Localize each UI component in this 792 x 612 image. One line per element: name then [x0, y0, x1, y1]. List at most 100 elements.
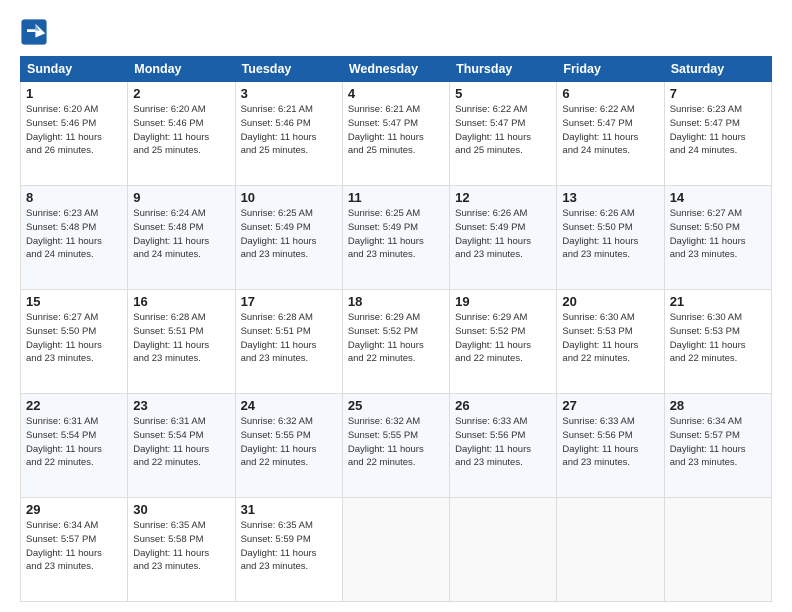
day-info: Sunrise: 6:32 AM Sunset: 5:55 PM Dayligh… — [348, 415, 444, 470]
day-cell-7: 7 Sunrise: 6:23 AM Sunset: 5:47 PM Daylig… — [664, 82, 771, 186]
day-info: Sunrise: 6:25 AM Sunset: 5:49 PM Dayligh… — [241, 207, 337, 262]
col-header-sunday: Sunday — [21, 57, 128, 82]
day-info: Sunrise: 6:21 AM Sunset: 5:47 PM Dayligh… — [348, 103, 444, 158]
day-cell-14: 14Sunrise: 6:27 AM Sunset: 5:50 PM Dayli… — [664, 186, 771, 290]
day-info: Sunrise: 6:25 AM Sunset: 5:49 PM Dayligh… — [348, 207, 444, 262]
week-row-3: 22 Sunrise: 6:31 AM Sunset: 5:54 PM Dayli… — [21, 394, 772, 498]
col-header-saturday: Saturday — [664, 57, 771, 82]
day-number: 15 — [26, 294, 122, 309]
day-number: 8 — [26, 190, 122, 205]
day-number: 1 — [26, 86, 122, 101]
day-cell-19: 19 Sunrise: 6:29 AM Sunset: 5:52 PM Dayli… — [450, 290, 557, 394]
day-cell-2: 2 Sunrise: 6:20 AM Sunset: 5:46 PM Daylig… — [128, 82, 235, 186]
day-info: Sunrise: 6:29 AM Sunset: 5:52 PM Dayligh… — [348, 311, 444, 366]
day-number: 6 — [562, 86, 658, 101]
day-cell-22: 22 Sunrise: 6:31 AM Sunset: 5:54 PM Dayli… — [21, 394, 128, 498]
day-cell-17: 17Sunrise: 6:28 AM Sunset: 5:51 PM Dayli… — [235, 290, 342, 394]
day-info: Sunrise: 6:26 AM Sunset: 5:49 PM Dayligh… — [455, 207, 551, 262]
day-number: 30 — [133, 502, 229, 517]
week-row-4: 29 Sunrise: 6:34 AM Sunset: 5:57 PM Dayli… — [21, 498, 772, 602]
day-number: 25 — [348, 398, 444, 413]
day-cell-26: 26 Sunrise: 6:33 AM Sunset: 5:56 PM Dayli… — [450, 394, 557, 498]
empty-cell — [342, 498, 449, 602]
day-cell-5: 5Sunrise: 6:22 AM Sunset: 5:47 PM Daylig… — [450, 82, 557, 186]
day-number: 26 — [455, 398, 551, 413]
day-cell-12: 12 Sunrise: 6:26 AM Sunset: 5:49 PM Dayli… — [450, 186, 557, 290]
day-info: Sunrise: 6:23 AM Sunset: 5:48 PM Dayligh… — [26, 207, 122, 262]
day-number: 11 — [348, 190, 444, 205]
col-header-tuesday: Tuesday — [235, 57, 342, 82]
day-cell-3: 3 Sunrise: 6:21 AM Sunset: 5:46 PM Daylig… — [235, 82, 342, 186]
day-info: Sunrise: 6:34 AM Sunset: 5:57 PM Dayligh… — [670, 415, 766, 470]
day-number: 5 — [455, 86, 551, 101]
day-info: Sunrise: 6:32 AM Sunset: 5:55 PM Dayligh… — [241, 415, 337, 470]
day-info: Sunrise: 6:29 AM Sunset: 5:52 PM Dayligh… — [455, 311, 551, 366]
day-number: 23 — [133, 398, 229, 413]
day-cell-4: 4Sunrise: 6:21 AM Sunset: 5:47 PM Daylig… — [342, 82, 449, 186]
col-header-friday: Friday — [557, 57, 664, 82]
day-info: Sunrise: 6:34 AM Sunset: 5:57 PM Dayligh… — [26, 519, 122, 574]
day-number: 29 — [26, 502, 122, 517]
day-info: Sunrise: 6:33 AM Sunset: 5:56 PM Dayligh… — [455, 415, 551, 470]
day-cell-21: 21Sunrise: 6:30 AM Sunset: 5:53 PM Dayli… — [664, 290, 771, 394]
day-info: Sunrise: 6:30 AM Sunset: 5:53 PM Dayligh… — [670, 311, 766, 366]
day-number: 7 — [670, 86, 766, 101]
empty-cell — [450, 498, 557, 602]
day-info: Sunrise: 6:28 AM Sunset: 5:51 PM Dayligh… — [241, 311, 337, 366]
day-number: 3 — [241, 86, 337, 101]
day-cell-13: 13 Sunrise: 6:26 AM Sunset: 5:50 PM Dayli… — [557, 186, 664, 290]
day-cell-23: 23 Sunrise: 6:31 AM Sunset: 5:54 PM Dayli… — [128, 394, 235, 498]
calendar-header-row: SundayMondayTuesdayWednesdayThursdayFrid… — [21, 57, 772, 82]
day-cell-1: 1 Sunrise: 6:20 AM Sunset: 5:46 PM Daylig… — [21, 82, 128, 186]
day-info: Sunrise: 6:22 AM Sunset: 5:47 PM Dayligh… — [562, 103, 658, 158]
col-header-wednesday: Wednesday — [342, 57, 449, 82]
day-info: Sunrise: 6:31 AM Sunset: 5:54 PM Dayligh… — [26, 415, 122, 470]
day-number: 12 — [455, 190, 551, 205]
empty-cell — [664, 498, 771, 602]
day-info: Sunrise: 6:21 AM Sunset: 5:46 PM Dayligh… — [241, 103, 337, 158]
day-cell-15: 15 Sunrise: 6:27 AM Sunset: 5:50 PM Dayli… — [21, 290, 128, 394]
day-cell-27: 27 Sunrise: 6:33 AM Sunset: 5:56 PM Dayli… — [557, 394, 664, 498]
day-number: 9 — [133, 190, 229, 205]
calendar-table: SundayMondayTuesdayWednesdayThursdayFrid… — [20, 56, 772, 602]
day-info: Sunrise: 6:20 AM Sunset: 5:46 PM Dayligh… — [133, 103, 229, 158]
day-info: Sunrise: 6:33 AM Sunset: 5:56 PM Dayligh… — [562, 415, 658, 470]
logo — [20, 18, 53, 46]
day-info: Sunrise: 6:20 AM Sunset: 5:46 PM Dayligh… — [26, 103, 122, 158]
day-number: 24 — [241, 398, 337, 413]
day-cell-25: 25 Sunrise: 6:32 AM Sunset: 5:55 PM Dayli… — [342, 394, 449, 498]
day-number: 2 — [133, 86, 229, 101]
day-cell-28: 28 Sunrise: 6:34 AM Sunset: 5:57 PM Dayli… — [664, 394, 771, 498]
day-number: 10 — [241, 190, 337, 205]
day-cell-10: 10 Sunrise: 6:25 AM Sunset: 5:49 PM Dayli… — [235, 186, 342, 290]
day-info: Sunrise: 6:27 AM Sunset: 5:50 PM Dayligh… — [26, 311, 122, 366]
day-cell-11: 11 Sunrise: 6:25 AM Sunset: 5:49 PM Dayli… — [342, 186, 449, 290]
col-header-thursday: Thursday — [450, 57, 557, 82]
page: SundayMondayTuesdayWednesdayThursdayFrid… — [0, 0, 792, 612]
day-number: 19 — [455, 294, 551, 309]
day-info: Sunrise: 6:35 AM Sunset: 5:59 PM Dayligh… — [241, 519, 337, 574]
week-row-1: 8 Sunrise: 6:23 AM Sunset: 5:48 PM Daylig… — [21, 186, 772, 290]
day-cell-29: 29 Sunrise: 6:34 AM Sunset: 5:57 PM Dayli… — [21, 498, 128, 602]
day-info: Sunrise: 6:28 AM Sunset: 5:51 PM Dayligh… — [133, 311, 229, 366]
day-info: Sunrise: 6:27 AM Sunset: 5:50 PM Dayligh… — [670, 207, 766, 262]
day-number: 18 — [348, 294, 444, 309]
day-info: Sunrise: 6:26 AM Sunset: 5:50 PM Dayligh… — [562, 207, 658, 262]
day-info: Sunrise: 6:23 AM Sunset: 5:47 PM Dayligh… — [670, 103, 766, 158]
day-cell-8: 8 Sunrise: 6:23 AM Sunset: 5:48 PM Daylig… — [21, 186, 128, 290]
day-number: 28 — [670, 398, 766, 413]
day-cell-9: 9 Sunrise: 6:24 AM Sunset: 5:48 PM Daylig… — [128, 186, 235, 290]
day-info: Sunrise: 6:30 AM Sunset: 5:53 PM Dayligh… — [562, 311, 658, 366]
day-number: 27 — [562, 398, 658, 413]
day-info: Sunrise: 6:31 AM Sunset: 5:54 PM Dayligh… — [133, 415, 229, 470]
day-number: 13 — [562, 190, 658, 205]
day-number: 20 — [562, 294, 658, 309]
day-number: 22 — [26, 398, 122, 413]
week-row-0: 1 Sunrise: 6:20 AM Sunset: 5:46 PM Daylig… — [21, 82, 772, 186]
day-number: 31 — [241, 502, 337, 517]
week-row-2: 15 Sunrise: 6:27 AM Sunset: 5:50 PM Dayli… — [21, 290, 772, 394]
logo-icon — [20, 18, 48, 46]
day-info: Sunrise: 6:24 AM Sunset: 5:48 PM Dayligh… — [133, 207, 229, 262]
day-info: Sunrise: 6:35 AM Sunset: 5:58 PM Dayligh… — [133, 519, 229, 574]
day-cell-31: 31 Sunrise: 6:35 AM Sunset: 5:59 PM Dayli… — [235, 498, 342, 602]
